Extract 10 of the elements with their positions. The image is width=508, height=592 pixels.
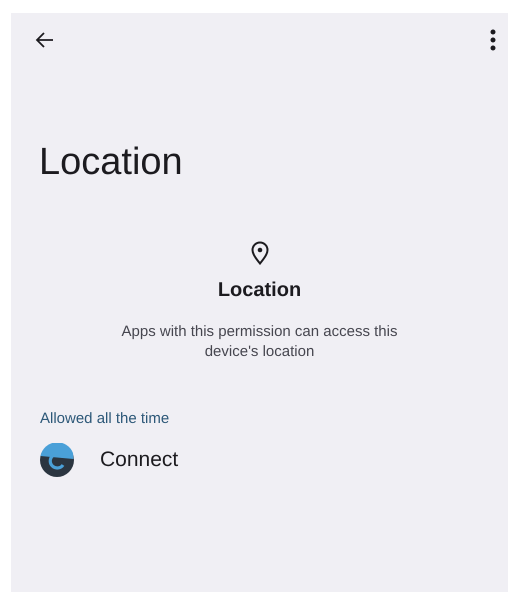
permission-title: Location <box>218 279 302 302</box>
app-icon <box>40 443 74 477</box>
permission-description: Apps with this permission can access this device's location <box>120 322 398 362</box>
back-arrow-icon <box>35 30 55 50</box>
more-options-button[interactable] <box>488 27 498 53</box>
location-pin-icon <box>250 241 268 265</box>
page-title: Location <box>39 140 184 185</box>
more-vertical-icon <box>490 29 496 51</box>
app-name[interactable]: Connect <box>100 448 178 472</box>
section-title: Allowed all the time <box>40 410 170 427</box>
